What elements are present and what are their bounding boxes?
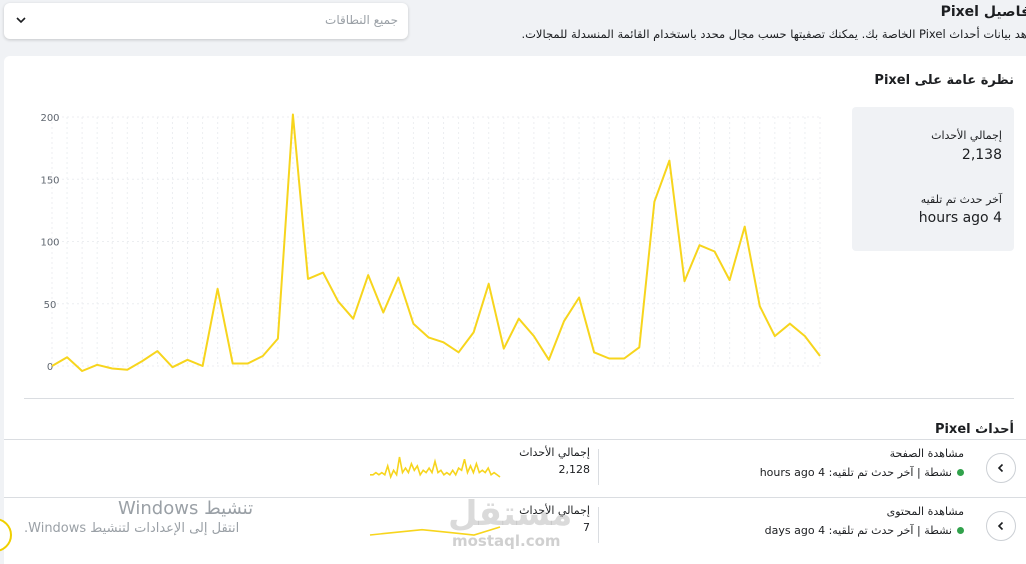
- filter-placeholder: جميع النطاقات: [325, 13, 398, 27]
- column-divider: [598, 507, 599, 543]
- event-name: مشاهدة المحتوى: [886, 505, 964, 518]
- sparkline-line: [370, 456, 501, 480]
- section-divider: [24, 398, 1014, 399]
- status-dot-icon: [957, 527, 964, 534]
- windows-activation-title: تنشيط Windows: [118, 498, 254, 519]
- status-dot-icon: [957, 469, 964, 476]
- y-tick-label: 150: [40, 175, 59, 186]
- watermark-site: mostaql.com: [452, 532, 561, 550]
- y-tick-label: 100: [40, 238, 59, 249]
- expand-row-button[interactable]: [986, 453, 1016, 483]
- overview-title: نظرة عامة على Pixel: [874, 73, 1014, 88]
- windows-activation-subtitle: انتقل إلى الإعدادات لتنشيط Windows.: [24, 521, 240, 536]
- domain-filter-dropdown[interactable]: جميع النطاقات: [4, 3, 408, 39]
- row-total-label: إجمالي الأحداث: [519, 446, 590, 459]
- stats-panel: إجمالي الأحداث 2,138 آخر حدث تم تلقيه 4 …: [852, 107, 1014, 251]
- y-tick-label: 0: [47, 362, 53, 373]
- events-title: أحداث Pixel: [934, 422, 1014, 437]
- chevron-left-icon: [997, 521, 1004, 531]
- event-name: مشاهدة الصفحة: [889, 447, 964, 460]
- main-card: نظرة عامة على Pixel 200 150 100 50 0 إجمالي …: [4, 56, 1026, 564]
- event-status: نشطة | آخر حدث تم تلقيه: 4 days ago: [765, 524, 964, 537]
- row-divider: [4, 439, 1026, 440]
- events-chart: 200 150 100 50 0: [40, 113, 821, 373]
- event-status-text: نشطة | آخر حدث تم تلقيه: 4 hours ago: [759, 466, 952, 479]
- y-tick-label: 200: [40, 113, 59, 124]
- event-row-page-view[interactable]: مشاهدة الصفحة نشطة | آخر حدث تم تلقيه: 4…: [4, 439, 1026, 497]
- events-series-line: [51, 113, 821, 372]
- page-header: جميع النطاقات فاصيل Pixel اهد بيانات أحد…: [0, 0, 1026, 56]
- row-total-value: 7: [583, 521, 590, 534]
- page-title: فاصيل Pixel: [940, 4, 1026, 20]
- last-event-value: 4 hours ago: [918, 210, 1002, 226]
- event-status-text: نشطة | آخر حدث تم تلقيه: 4 days ago: [764, 524, 952, 537]
- total-events-value: 2,138: [961, 147, 1002, 163]
- watermark-logo: مستقل: [448, 494, 573, 534]
- y-tick-label: 50: [44, 300, 57, 311]
- event-status: نشطة | آخر حدث تم تلقيه: 4 hours ago: [760, 466, 964, 479]
- page-description: اهد بيانات أحداث Pixel الخاصة بك. يمكنك …: [521, 27, 1026, 41]
- last-event-label: آخر حدث تم تلقيه: [920, 193, 1002, 206]
- column-divider: [598, 449, 599, 485]
- row-total-value: 2,128: [558, 463, 591, 476]
- sparkline-chart: [370, 456, 501, 480]
- chevron-down-icon: [16, 17, 26, 24]
- total-events-label: إجمالي الأحداث: [931, 129, 1002, 142]
- expand-row-button[interactable]: [986, 511, 1016, 541]
- chevron-left-icon: [997, 463, 1004, 473]
